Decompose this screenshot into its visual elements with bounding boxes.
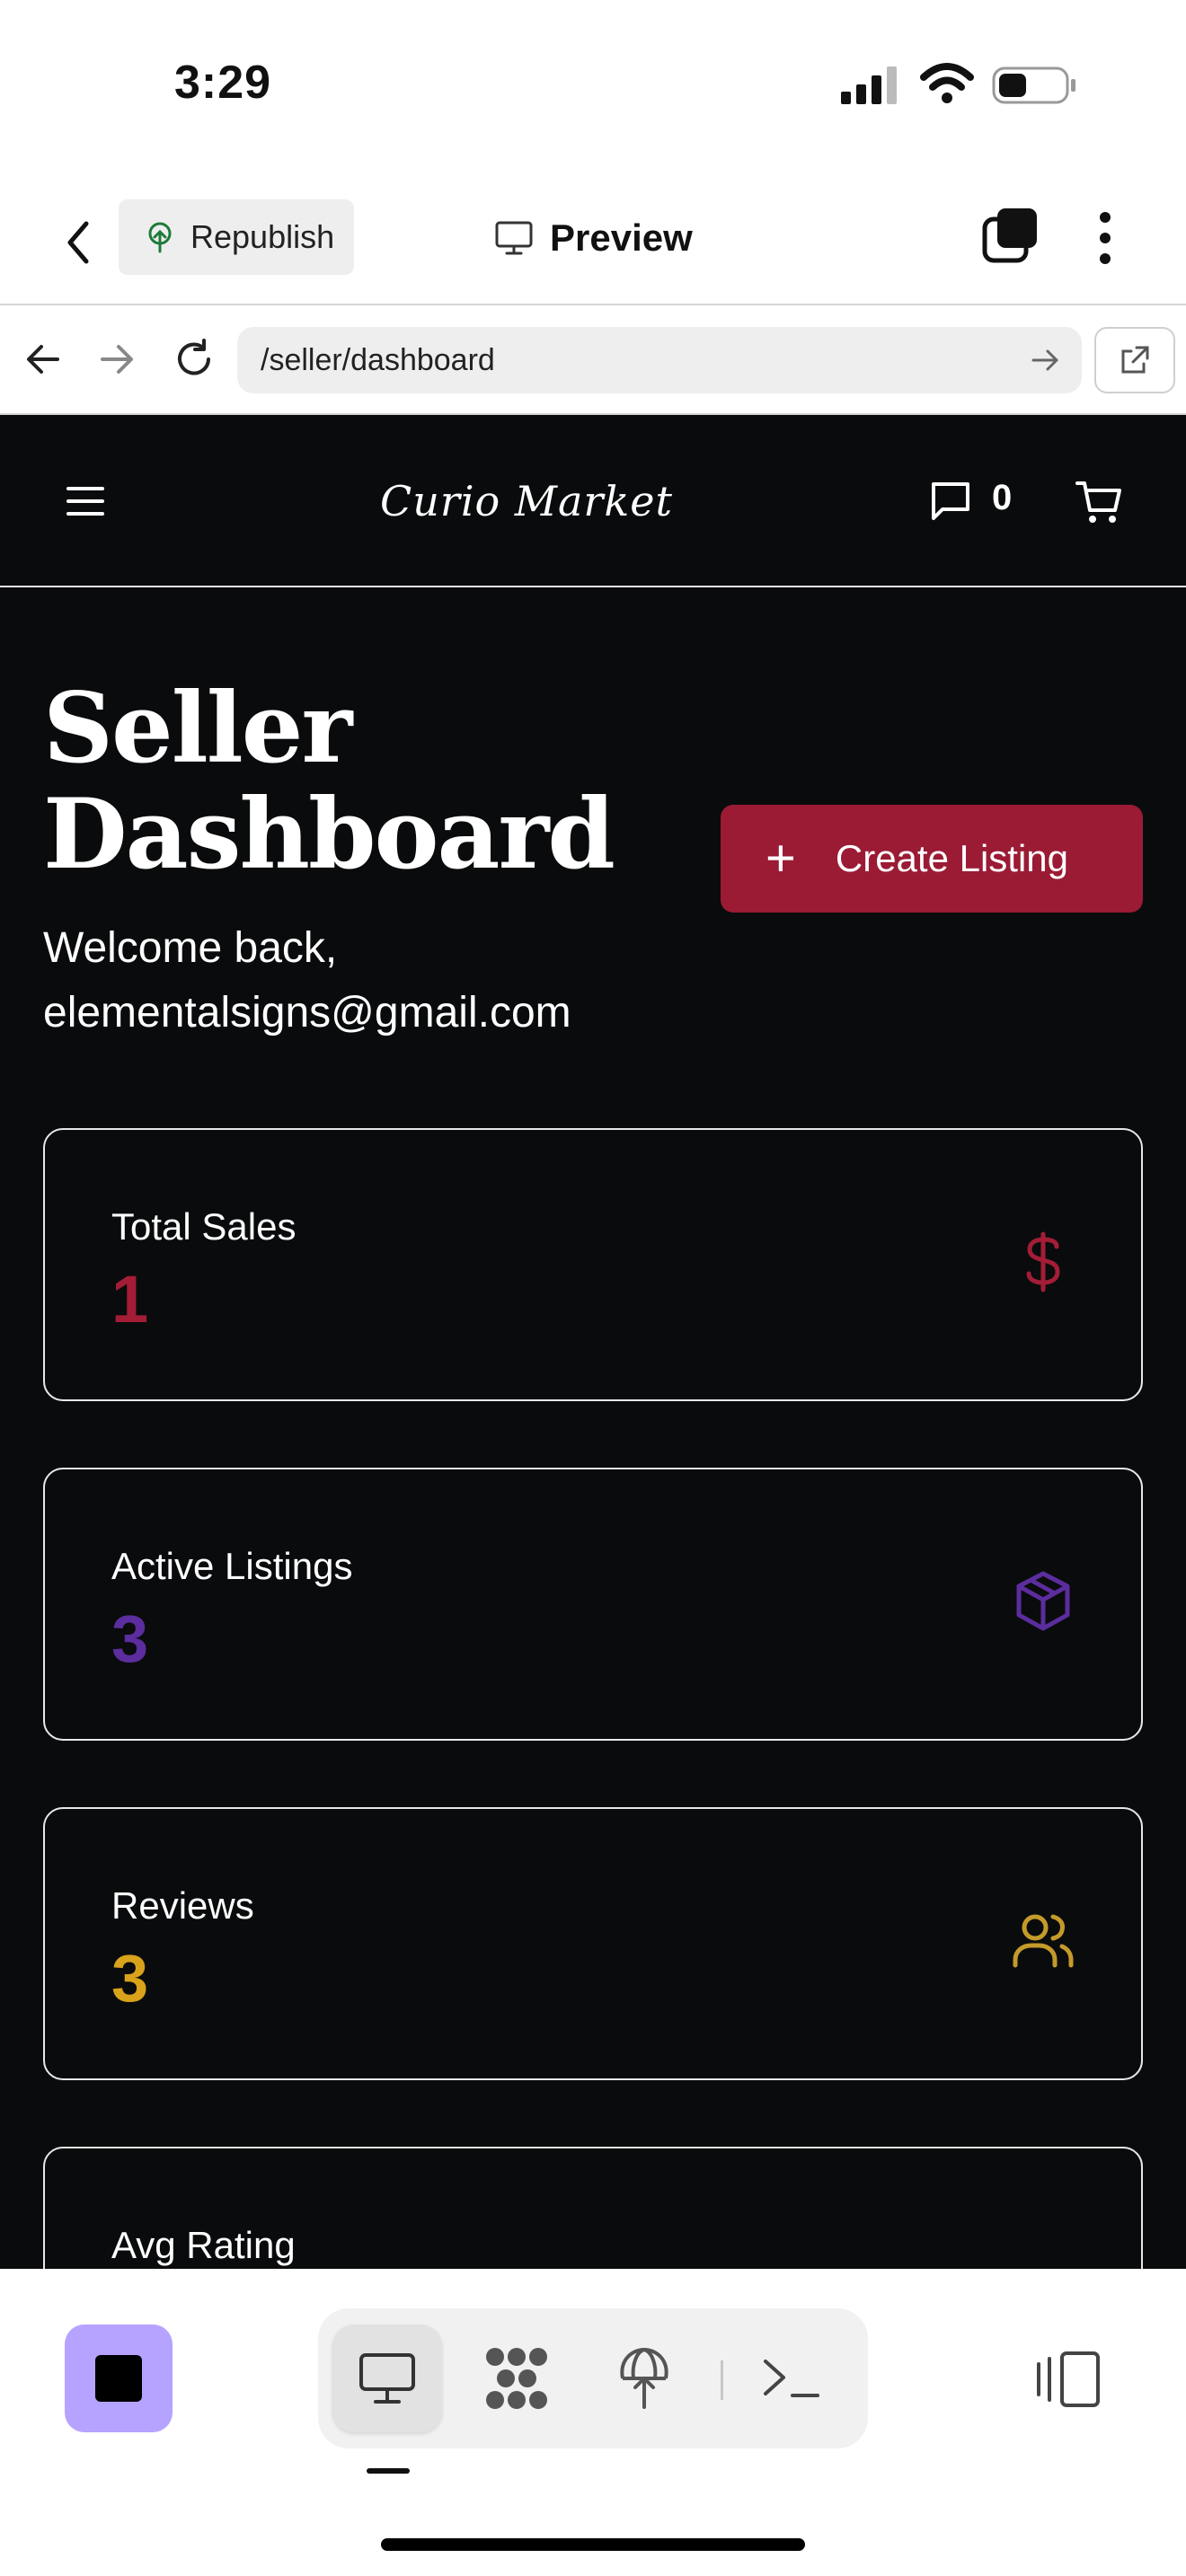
- message-icon[interactable]: [929, 480, 972, 523]
- browser-forward-button[interactable]: [92, 334, 142, 384]
- dock-tool-group: [318, 2308, 868, 2448]
- package-icon: [1016, 1571, 1070, 1631]
- open-external-button[interactable]: [1094, 327, 1175, 393]
- reload-icon: [178, 339, 210, 375]
- dollar-icon: [1026, 1231, 1060, 1292]
- monitor-icon: [495, 221, 533, 255]
- cellular-signal-icon: [841, 66, 897, 104]
- message-count: 0: [992, 478, 1013, 517]
- stat-label: Avg Rating: [111, 2224, 296, 2266]
- back-button[interactable]: [56, 216, 101, 269]
- webpage-preview: Curio Market 0 Seller Dashboard Welcome …: [0, 415, 1186, 2269]
- dock-terminal-button[interactable]: [737, 2325, 846, 2432]
- go-arrow-icon[interactable]: [1028, 343, 1062, 377]
- wifi-icon: [920, 63, 974, 103]
- battery-icon: [992, 66, 1075, 104]
- stat-card-avg-rating: Avg Rating: [43, 2147, 1143, 2269]
- stat-label: Reviews: [111, 1884, 254, 1927]
- arrow-right-icon: [101, 345, 133, 374]
- active-tab-indicator: [367, 2468, 410, 2474]
- user-email: elementalsigns@gmail.com: [43, 989, 571, 1037]
- more-options-icon[interactable]: [1087, 207, 1123, 269]
- extensions-icon: [486, 2348, 547, 2409]
- republish-button[interactable]: Republish: [119, 199, 354, 275]
- stat-label: Total Sales: [111, 1205, 296, 1248]
- dock-deploy-button[interactable]: [589, 2325, 699, 2432]
- split-view-icon[interactable]: [1035, 2348, 1103, 2411]
- url-bar: /seller/dashboard: [0, 307, 1186, 415]
- deploy-icon: [620, 2347, 668, 2409]
- status-bar: 3:29: [0, 0, 1186, 171]
- url-text: /seller/dashboard: [261, 342, 495, 377]
- preview-title: Preview: [494, 207, 693, 269]
- stat-card-total-sales: Total Sales 1: [43, 1128, 1143, 1401]
- stat-value: 1: [111, 1262, 149, 1337]
- url-input[interactable]: /seller/dashboard: [237, 327, 1082, 393]
- app-toolbar: Republish Preview: [0, 171, 1186, 305]
- create-listing-label: Create Listing: [835, 837, 1069, 879]
- cart-icon[interactable]: [1075, 478, 1123, 526]
- dock-separator: [721, 2360, 723, 2400]
- stop-icon: [95, 2355, 142, 2402]
- reload-button[interactable]: [169, 334, 219, 384]
- hamburger-menu-icon[interactable]: [66, 487, 104, 516]
- page-title: Seller Dashboard: [43, 672, 615, 891]
- welcome-message: Welcome back, elementalsigns@gmail.com: [43, 916, 726, 1045]
- create-listing-button[interactable]: + Create Listing: [721, 805, 1143, 913]
- terminal-icon: [764, 2360, 819, 2397]
- site-header: Curio Market 0: [0, 415, 1186, 587]
- republish-label: Republish: [190, 218, 335, 255]
- browser-back-button[interactable]: [18, 334, 68, 384]
- monitor-icon: [359, 2353, 415, 2404]
- stat-value: 3: [111, 1601, 149, 1676]
- external-link-icon: [1121, 346, 1149, 374]
- status-time: 3:29: [174, 57, 272, 109]
- preview-label: Preview: [550, 216, 693, 259]
- dock-preview-button[interactable]: [332, 2325, 442, 2432]
- plus-icon: +: [766, 829, 796, 887]
- home-indicator: [381, 2538, 805, 2551]
- welcome-line: Welcome back,: [43, 924, 338, 972]
- stat-value: 3: [111, 1941, 149, 2016]
- bottom-dock: [0, 2269, 1186, 2576]
- dock-extensions-button[interactable]: [462, 2325, 571, 2432]
- tabs-icon[interactable]: [981, 207, 1039, 264]
- users-icon: [1013, 1914, 1074, 1968]
- stop-button[interactable]: [65, 2325, 173, 2432]
- chevron-left-icon: [67, 221, 89, 264]
- deploy-icon: [148, 222, 172, 253]
- arrow-left-icon: [27, 345, 59, 374]
- stat-card-reviews: Reviews 3: [43, 1807, 1143, 2080]
- stat-card-active-listings: Active Listings 3: [43, 1468, 1143, 1741]
- stat-label: Active Listings: [111, 1545, 353, 1587]
- site-logo[interactable]: Curio Market: [380, 465, 672, 537]
